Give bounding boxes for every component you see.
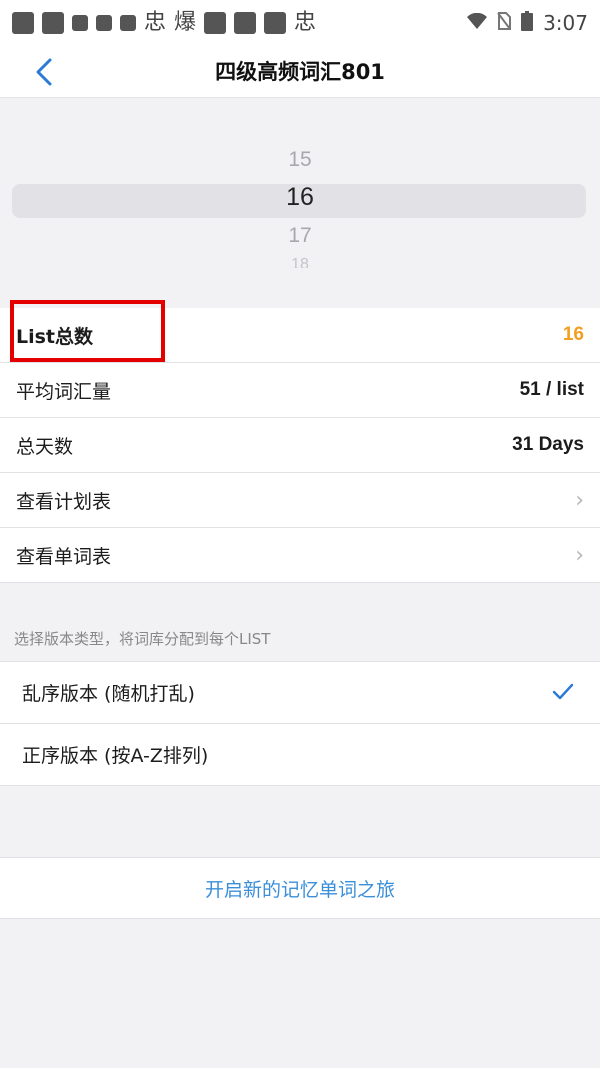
total-days-value: 31 Days <box>512 434 584 455</box>
avg-words-row: 平均词汇量 51 / list <box>0 363 600 418</box>
notification-glyph: 忠 <box>294 10 317 35</box>
status-bar-notifications: 忠 爆 忠 <box>12 12 316 34</box>
notification-icon <box>12 12 34 34</box>
version-section-hint: 选择版本类型，将词库分配到每个LIST <box>14 630 271 648</box>
picker-option[interactable]: 17 <box>0 224 600 248</box>
version-option-shuffled[interactable]: 乱序版本 (随机打乱) <box>0 662 600 724</box>
status-bar: 忠 爆 忠 3:07 <box>0 0 600 46</box>
view-plan-label: 查看计划表 <box>16 490 112 513</box>
picker-option[interactable]: 15 <box>0 148 600 172</box>
list-count-picker[interactable]: 15 16 17 18 <box>0 98 600 308</box>
nav-bar: 四级高频词汇801 <box>0 46 600 98</box>
picker-option[interactable]: 18 <box>0 256 600 268</box>
version-option-alphabetical[interactable]: 正序版本 (按A-Z排列) <box>0 724 600 786</box>
notification-icon <box>264 12 287 34</box>
battery-icon <box>521 11 534 35</box>
notification-icon <box>204 12 227 34</box>
avg-words-label: 平均词汇量 <box>16 380 112 403</box>
avg-words-value: 51 / list <box>519 379 584 400</box>
view-words-row[interactable]: 查看单词表 › <box>0 528 600 583</box>
list-total-value: 16 <box>562 324 584 345</box>
version-options: 乱序版本 (随机打乱) 正序版本 (按A-Z排列) <box>0 661 600 786</box>
notification-icon <box>72 15 88 31</box>
notification-icon <box>120 15 136 31</box>
page-title: 四级高频词汇801 <box>215 60 385 84</box>
notification-icon <box>42 12 64 34</box>
status-bar-system: 3:07 <box>467 11 588 35</box>
chevron-right-icon: › <box>575 487 584 513</box>
chevron-right-icon: › <box>575 542 584 568</box>
notification-icon <box>96 15 112 31</box>
notification-glyph: 忠 <box>144 10 167 35</box>
total-days-row: 总天数 31 Days <box>0 418 600 473</box>
notification-glyph: 爆 <box>174 10 197 35</box>
picker-option-selected[interactable]: 16 <box>0 183 600 212</box>
start-journey-label: 开启新的记忆单词之旅 <box>204 878 395 901</box>
view-plan-row[interactable]: 查看计划表 › <box>0 473 600 528</box>
version-option-label: 正序版本 (按A-Z排列) <box>22 745 209 767</box>
plan-settings-list: List总数 16 平均词汇量 51 / list 总天数 31 Days 查看… <box>0 300 600 583</box>
checkmark-icon <box>552 678 574 708</box>
notification-icon <box>234 12 257 34</box>
list-total-row[interactable]: List总数 16 <box>0 300 600 363</box>
total-days-label: 总天数 <box>16 435 74 458</box>
status-time: 3:07 <box>543 11 588 35</box>
no-sim-icon <box>497 12 512 34</box>
wifi-icon <box>467 12 488 33</box>
start-journey-button[interactable]: 开启新的记忆单词之旅 <box>0 857 600 919</box>
version-option-label: 乱序版本 (随机打乱) <box>22 683 195 705</box>
view-words-label: 查看单词表 <box>16 545 112 568</box>
list-total-label: List总数 <box>16 325 94 348</box>
